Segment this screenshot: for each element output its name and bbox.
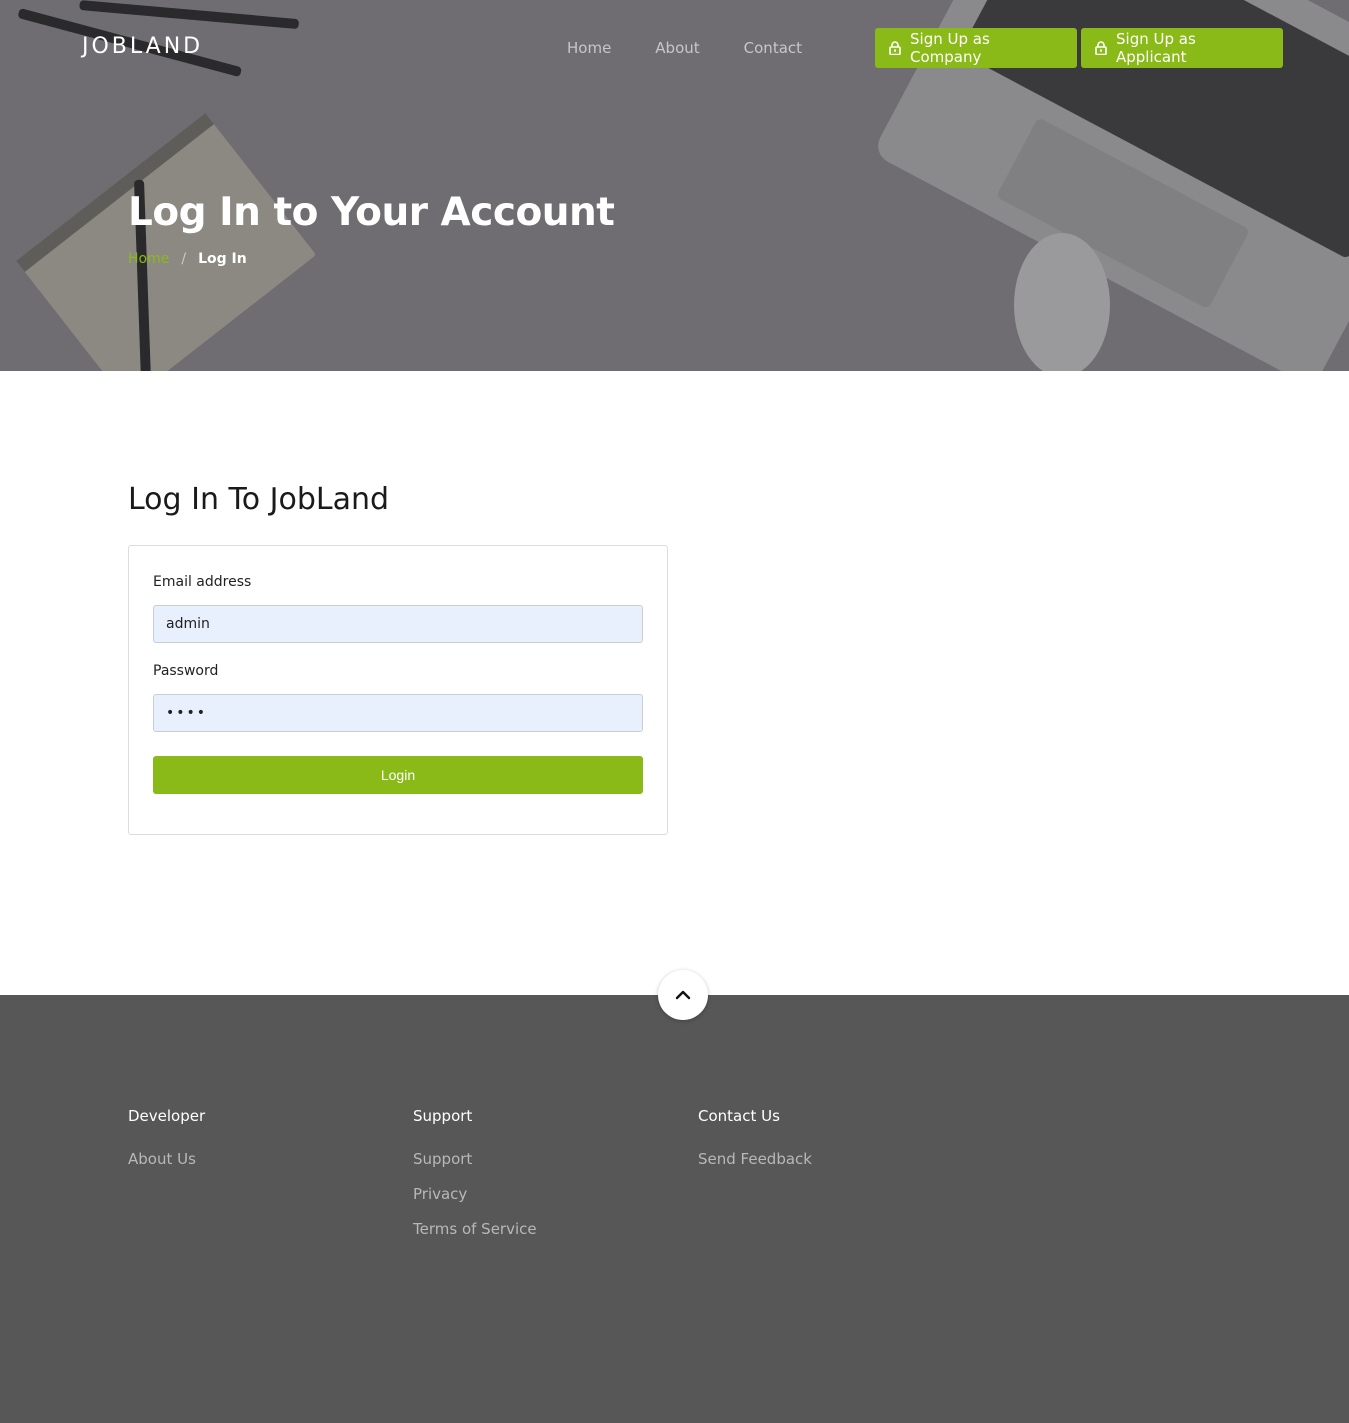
- login-button[interactable]: Login: [153, 756, 643, 794]
- sign-up-company-label: Sign Up as Company: [910, 30, 990, 66]
- chevron-up-icon: [675, 990, 691, 1000]
- footer-heading: Contact Us: [698, 1107, 780, 1125]
- nav-link-contact[interactable]: Contact: [744, 38, 802, 58]
- page-title: Log In to Your Account: [128, 190, 615, 235]
- footer-link-terms[interactable]: Terms of Service: [413, 1219, 537, 1239]
- sign-up-applicant-label: Sign Up as Applicant: [1116, 30, 1196, 66]
- login-form-card: Email address Password Login: [128, 545, 668, 835]
- back-to-top-button[interactable]: [658, 970, 708, 1020]
- email-label: Email address: [153, 574, 252, 590]
- password-label: Password: [153, 663, 219, 679]
- breadcrumb-separator: /: [181, 251, 187, 267]
- footer-link-privacy[interactable]: Privacy: [413, 1184, 537, 1204]
- footer-heading: Developer: [128, 1107, 206, 1125]
- sign-up-applicant-button[interactable]: Sign Up as Applicant: [1081, 28, 1283, 68]
- footer-heading: Support: [413, 1107, 473, 1125]
- hero-banner: JOBLAND Home About Contact Sign Up as Co…: [0, 0, 1349, 371]
- breadcrumb-current: Log In: [198, 251, 247, 267]
- sign-up-company-button[interactable]: Sign Up as Company: [875, 28, 1077, 68]
- main-nav: Home About Contact: [567, 38, 846, 58]
- nav-link-home[interactable]: Home: [567, 38, 611, 58]
- footer-link-send-feedback[interactable]: Send Feedback: [698, 1149, 812, 1169]
- footer-link-support[interactable]: Support: [413, 1149, 537, 1169]
- footer-column-support: Support Support Privacy Terms of Service: [413, 1106, 537, 1254]
- nav-link-about[interactable]: About: [655, 38, 699, 58]
- breadcrumb-home-link[interactable]: Home: [128, 251, 169, 267]
- footer-column-developer: Developer About Us: [128, 1106, 205, 1184]
- brand-logo[interactable]: JOBLAND: [82, 34, 203, 59]
- footer-link-about-us[interactable]: About Us: [128, 1149, 205, 1169]
- site-footer: [0, 995, 1349, 1423]
- password-field[interactable]: [153, 694, 643, 732]
- email-field[interactable]: [153, 605, 643, 643]
- breadcrumb: Home / Log In: [128, 251, 247, 267]
- footer-column-contact: Contact Us Send Feedback: [698, 1106, 812, 1184]
- lock-icon: [889, 41, 901, 55]
- lock-icon: [1095, 41, 1107, 55]
- login-heading: Log In To JobLand: [128, 482, 390, 517]
